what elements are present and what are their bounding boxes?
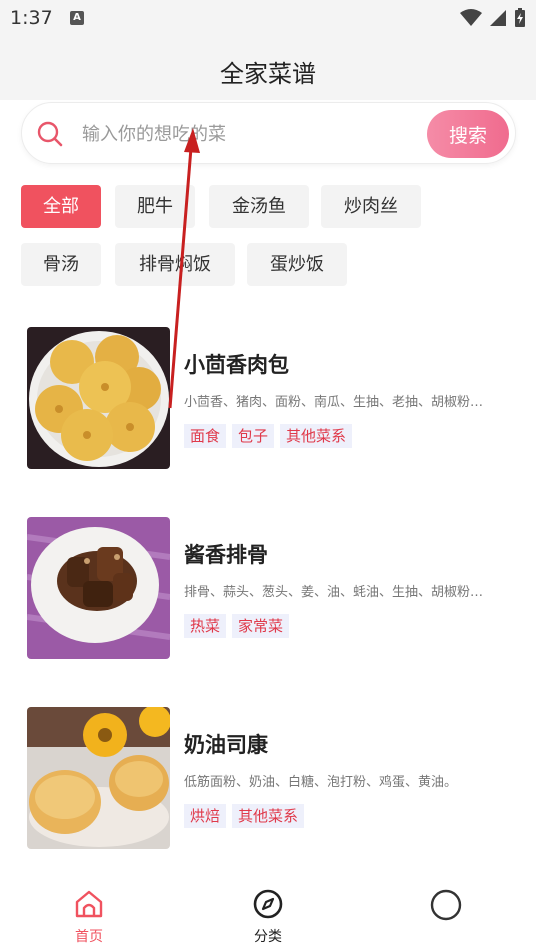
category-tag-all[interactable]: 全部 [21, 185, 101, 228]
category-tag[interactable]: 排骨焖饭 [115, 243, 235, 286]
recipe-tag: 其他菜系 [232, 804, 305, 828]
recipe-ingredients: 小茴香、猪肉、面粉、南瓜、生抽、老抽、胡椒粉… [184, 395, 484, 410]
recipe-name: 酱香排骨 [184, 543, 268, 567]
notification-icon: A [70, 11, 84, 25]
tab-home[interactable]: 首页 [29, 876, 149, 952]
recipe-tags: 面食 包子 其他菜系 [184, 424, 353, 448]
recipe-tag: 家常菜 [232, 614, 290, 638]
signal-icon [490, 10, 506, 26]
recipe-tag: 面食 [184, 424, 227, 448]
tab-label: 首页 [75, 929, 103, 945]
tab-profile[interactable] [386, 876, 506, 952]
status-bar: 1:37 A [0, 0, 536, 36]
search-icon [37, 121, 63, 147]
status-time: 1:37 [10, 7, 53, 29]
recipe-ingredients: 低筋面粉、奶油、白糖、泡打粉、鸡蛋、黄油。 [184, 775, 458, 790]
page-title: 全家菜谱 [220, 60, 316, 88]
recipe-card[interactable]: 酱香排骨 排骨、蒜头、葱头、姜、油、蚝油、生抽、胡椒粉… 热菜 家常菜 [27, 517, 517, 659]
category-tag[interactable]: 金汤鱼 [209, 185, 309, 228]
recipe-tag: 包子 [232, 424, 275, 448]
recipe-tag: 热菜 [184, 614, 227, 638]
category-tag[interactable]: 骨汤 [21, 243, 101, 286]
home-icon [75, 890, 103, 918]
category-tag[interactable]: 肥牛 [115, 185, 195, 228]
recipe-tags: 热菜 家常菜 [184, 614, 290, 638]
tab-category[interactable]: 分类 [208, 876, 328, 952]
recipe-tag: 其他菜系 [280, 424, 353, 448]
recipe-tag: 烘焙 [184, 804, 227, 828]
category-tag[interactable]: 炒肉丝 [321, 185, 421, 228]
compass-icon [253, 889, 283, 919]
recipe-name: 小茴香肉包 [184, 353, 289, 377]
recipe-tags: 烘焙 其他菜系 [184, 804, 305, 828]
recipe-card[interactable]: 奶油司康 低筋面粉、奶油、白糖、泡打粉、鸡蛋、黄油。 烘焙 其他菜系 [27, 707, 517, 849]
category-tag[interactable]: 蛋炒饭 [247, 243, 347, 286]
circle-icon [430, 889, 462, 921]
app-header: 全家菜谱 [0, 36, 536, 100]
status-icons [460, 8, 526, 28]
recipe-image-buns [27, 327, 170, 469]
tab-label: 分类 [254, 929, 282, 945]
recipe-card[interactable]: 小茴香肉包 小茴香、猪肉、面粉、南瓜、生抽、老抽、胡椒粉… 面食 包子 其他菜系 [27, 327, 517, 469]
recipe-image-scones [27, 707, 170, 849]
search-bar: 搜索 [21, 102, 516, 164]
search-button[interactable]: 搜索 [427, 110, 509, 158]
bottom-tab-bar: 首页 分类 [0, 876, 536, 952]
recipe-ingredients: 排骨、蒜头、葱头、姜、油、蚝油、生抽、胡椒粉… [184, 585, 484, 600]
search-input[interactable] [82, 115, 382, 153]
wifi-icon [460, 9, 482, 26]
recipe-name: 奶油司康 [184, 733, 268, 757]
recipe-image-ribs [27, 517, 170, 659]
battery-icon [515, 8, 525, 27]
